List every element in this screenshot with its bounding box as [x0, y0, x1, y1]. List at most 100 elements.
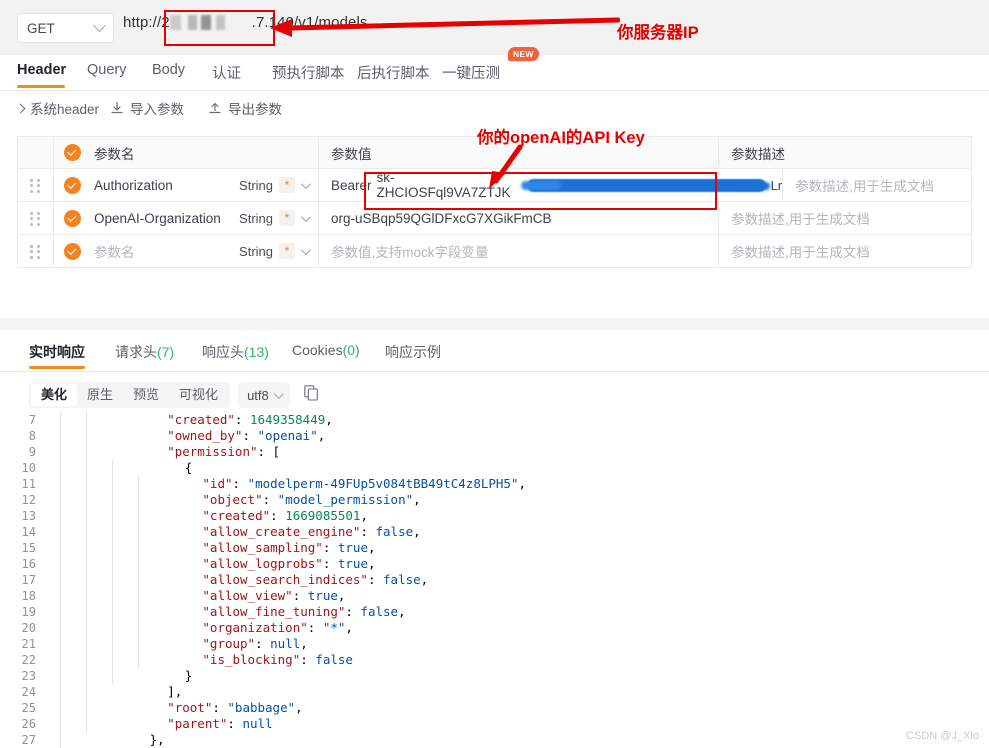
- encoding-select[interactable]: utf8: [238, 382, 290, 408]
- code-text: ],: [167, 684, 183, 699]
- tab-1[interactable]: Query: [87, 62, 127, 78]
- param-type-select[interactable]: String *: [239, 243, 318, 259]
- chevron-down-icon: [300, 244, 311, 255]
- indent-guide: [86, 428, 87, 444]
- code-line-number: 23: [21, 669, 36, 683]
- param-desc-cell[interactable]: 参数描述,用于生成文档: [718, 202, 971, 234]
- tab-0[interactable]: Header: [17, 62, 66, 78]
- bearer-prefix: Bearer: [331, 177, 372, 193]
- tool-link-label: 导出参数: [228, 102, 282, 117]
- copy-icon[interactable]: [304, 384, 319, 406]
- code-text: "created": 1669085501,: [202, 508, 368, 523]
- drag-handle-icon[interactable]: [30, 211, 41, 226]
- header-check-cell[interactable]: [54, 137, 90, 168]
- code-line: 27},: [0, 732, 989, 748]
- indent-guide: [86, 540, 87, 556]
- drag-handle-icon[interactable]: [30, 244, 41, 259]
- row-drag-handle[interactable]: [18, 169, 54, 201]
- panel-divider: [0, 318, 989, 330]
- code-text: "organization": "*",: [202, 620, 353, 635]
- code-line: 15 "allow_sampling": true,: [0, 540, 989, 556]
- param-name-placeholder: 参数名: [94, 245, 135, 260]
- param-name-cell[interactable]: OpenAI-Organization String *: [90, 210, 318, 226]
- row-checkbox[interactable]: [54, 169, 90, 201]
- format-option-2[interactable]: 预览: [123, 384, 169, 406]
- param-type-select[interactable]: String *: [239, 177, 318, 193]
- format-option-0[interactable]: 美化: [31, 384, 78, 406]
- annotation-arrow-api-key: [489, 144, 523, 189]
- indent-guide: [138, 492, 139, 508]
- indent-guide: [112, 492, 113, 508]
- response-code-viewer[interactable]: 7 "created": 1649358449, 8 "owned_by": "ope…: [0, 412, 989, 748]
- param-desc-cell[interactable]: 参数描述,用于生成文档: [718, 235, 971, 267]
- code-line: 14 "allow_create_engine": false,: [0, 524, 989, 540]
- param-type-select[interactable]: String *: [239, 210, 318, 226]
- response-tab-1[interactable]: 请求头(7): [115, 342, 174, 362]
- indent-guide: [60, 636, 61, 652]
- tab-4[interactable]: 预执行脚本: [272, 62, 345, 83]
- tab-2[interactable]: Body: [152, 62, 185, 78]
- code-text: "allow_create_engine": false,: [202, 524, 421, 539]
- response-tab-3[interactable]: Cookies(0): [292, 342, 360, 358]
- indent-guide: [86, 636, 87, 652]
- watermark: CSDN @J_Xlo: [906, 730, 979, 742]
- drag-handle-icon[interactable]: [30, 178, 41, 193]
- tool-link-import-download[interactable]: 导入参数: [110, 98, 184, 118]
- format-option-1[interactable]: 原生: [77, 384, 123, 406]
- response-tab-count: (0): [342, 342, 360, 358]
- select-all-checkbox-icon[interactable]: [63, 144, 81, 161]
- indent-guide: [86, 588, 87, 604]
- indent-guide: [60, 444, 61, 460]
- code-text: }: [184, 668, 193, 683]
- indent-guide: [86, 652, 87, 668]
- param-value-cell[interactable]: 参数值,支持mock字段变量: [318, 235, 718, 267]
- response-tab-count: (13): [244, 344, 269, 360]
- code-text: "owned_by": "openai",: [167, 428, 326, 443]
- param-value-cell[interactable]: org-uSBqp59QGlDFxcG7XGikFmCB: [318, 202, 718, 234]
- chevron-down-icon: [93, 18, 106, 32]
- code-line: 25 "root": "babbage",: [0, 700, 989, 716]
- param-value-cell[interactable]: Bearer sk-ZHCIOSFql9VA7ZTJK Lr: [318, 169, 782, 201]
- code-line: 18 "allow_view": true,: [0, 588, 989, 604]
- tab-5[interactable]: 后执行脚本: [357, 62, 430, 83]
- response-tab-4[interactable]: 响应示例: [385, 342, 441, 362]
- tab-3[interactable]: 认证: [212, 62, 241, 83]
- indent-guide: [60, 460, 61, 476]
- format-option-3[interactable]: 可视化: [169, 384, 228, 406]
- code-text: },: [149, 732, 165, 747]
- indent-guide: [138, 476, 139, 492]
- code-line-number: 7: [28, 413, 36, 427]
- header-param-name: 参数名: [94, 146, 135, 162]
- http-method-select[interactable]: GET: [17, 13, 114, 43]
- indent-guide: [138, 556, 139, 572]
- checkbox-checked-icon[interactable]: [63, 176, 81, 194]
- row-drag-handle[interactable]: [18, 202, 54, 234]
- param-desc-cell[interactable]: 参数描述,用于生成文档: [782, 169, 971, 201]
- row-checkbox[interactable]: [54, 235, 90, 267]
- chevron-down-icon: [273, 388, 284, 399]
- annotation-label-server-ip: 你服务器IP: [617, 24, 699, 42]
- annotation-arrow-server-ip: [270, 17, 620, 37]
- response-tab-0[interactable]: 实时响应: [29, 342, 85, 362]
- tool-link-export-upload[interactable]: 导出参数: [208, 98, 282, 118]
- response-tab-2[interactable]: 响应头(13): [202, 342, 269, 362]
- code-line-number: 15: [21, 541, 36, 555]
- checkbox-checked-icon[interactable]: [63, 242, 81, 260]
- param-name-cell[interactable]: Authorization String *: [90, 177, 318, 193]
- response-tab-count: (7): [157, 344, 175, 360]
- indent-guide: [60, 716, 61, 732]
- code-text: "root": "babbage",: [167, 700, 303, 715]
- row-checkbox[interactable]: [54, 202, 90, 234]
- code-line-number: 9: [28, 445, 36, 459]
- http-method-label: GET: [27, 20, 55, 36]
- format-toggle-group: 美化 原生 预览 可视化: [29, 382, 231, 408]
- indent-guide: [86, 716, 87, 732]
- tool-link-chevron-right[interactable]: 系统header: [15, 98, 99, 118]
- param-name-cell[interactable]: 参数名 String *: [90, 241, 318, 261]
- indent-guide: [138, 588, 139, 604]
- row-drag-handle[interactable]: [18, 235, 54, 267]
- checkbox-checked-icon[interactable]: [63, 209, 81, 227]
- tab-6[interactable]: 一键压测: [442, 62, 500, 83]
- indent-guide: [86, 492, 87, 508]
- code-line-number: 8: [28, 429, 36, 443]
